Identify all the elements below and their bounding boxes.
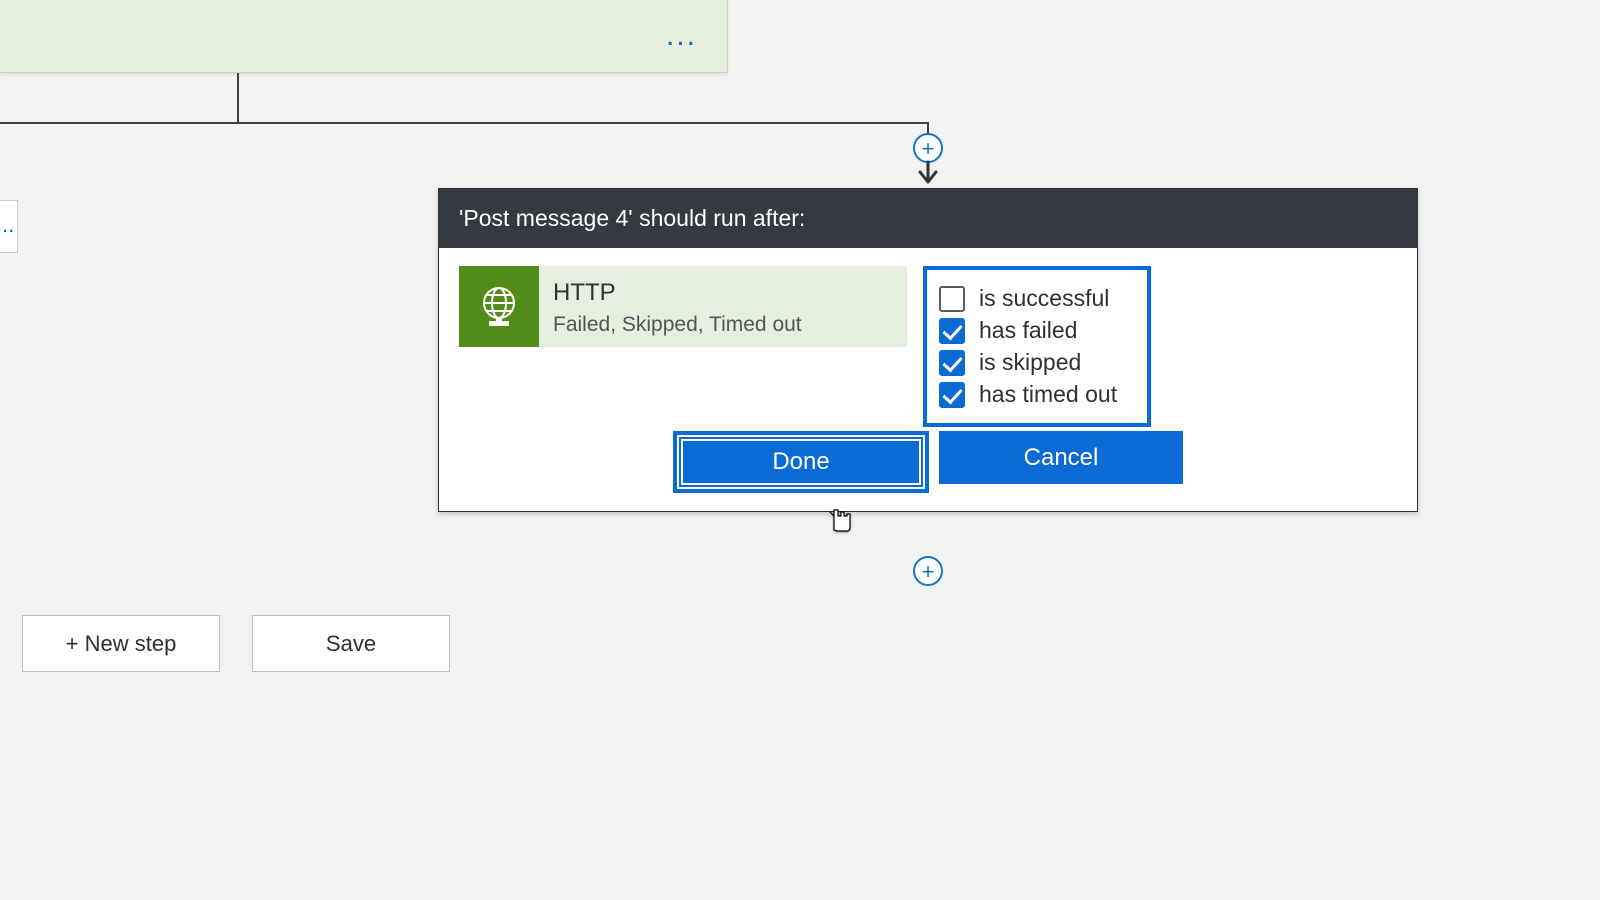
- checkbox-icon[interactable]: [939, 286, 965, 312]
- save-button[interactable]: Save: [252, 615, 450, 672]
- flow-connector: [0, 122, 929, 124]
- clipped-card-fragment: ..: [0, 200, 18, 253]
- checkbox-icon[interactable]: [939, 382, 965, 408]
- predecessor-action-row[interactable]: HTTP Failed, Skipped, Timed out: [459, 266, 907, 347]
- checkbox-icon[interactable]: [939, 350, 965, 376]
- run-after-panel: 'Post message 4' should run after: HTTP …: [438, 188, 1418, 512]
- done-button-highlight: Done: [673, 431, 929, 493]
- condition-label: is skipped: [979, 349, 1081, 376]
- cancel-button[interactable]: Cancel: [939, 431, 1183, 484]
- more-options-icon[interactable]: ...: [666, 19, 697, 53]
- http-globe-icon: [459, 266, 539, 347]
- condition-has-timed-out[interactable]: has timed out: [939, 381, 1133, 408]
- condition-label: is successful: [979, 285, 1109, 312]
- panel-footer: Done Cancel: [439, 423, 1417, 511]
- predecessor-name: HTTP: [553, 279, 802, 307]
- condition-label: has failed: [979, 317, 1077, 344]
- condition-has-failed[interactable]: has failed: [939, 317, 1133, 344]
- predecessor-status: Failed, Skipped, Timed out: [553, 313, 802, 337]
- done-button[interactable]: Done: [679, 437, 923, 487]
- flow-connector: [237, 73, 239, 122]
- insert-step-icon[interactable]: +: [913, 556, 943, 586]
- run-after-conditions: is successful has failed is skipped has …: [923, 266, 1151, 427]
- arrow-down-icon: [916, 160, 940, 188]
- previous-step-card[interactable]: ...: [0, 0, 728, 73]
- checkbox-icon[interactable]: [939, 318, 965, 344]
- condition-is-successful[interactable]: is successful: [939, 285, 1133, 312]
- panel-title: 'Post message 4' should run after:: [439, 189, 1417, 248]
- condition-is-skipped[interactable]: is skipped: [939, 349, 1133, 376]
- insert-step-icon[interactable]: +: [913, 133, 943, 163]
- condition-label: has timed out: [979, 381, 1117, 408]
- new-step-button[interactable]: + New step: [22, 615, 220, 672]
- panel-body: HTTP Failed, Skipped, Timed out is succe…: [439, 248, 1417, 423]
